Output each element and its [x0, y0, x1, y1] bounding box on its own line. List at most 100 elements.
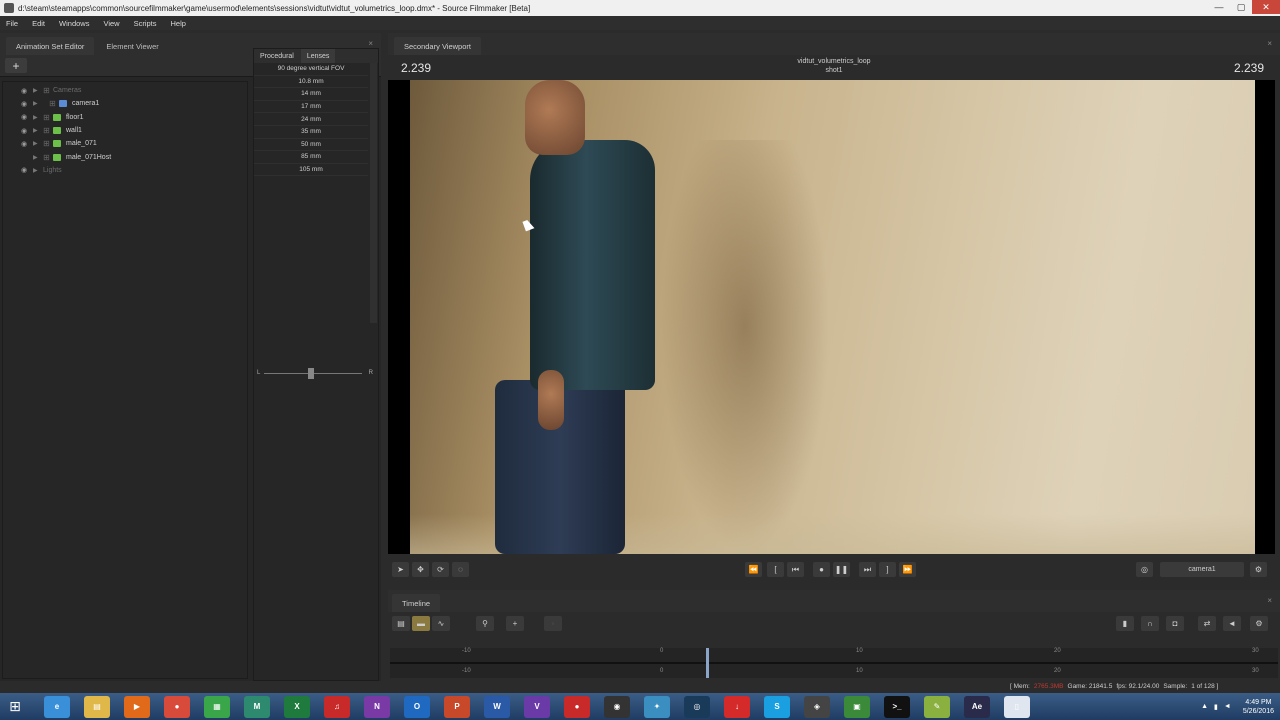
- skype-taskbar-icon[interactable]: S: [764, 695, 790, 718]
- balance-slider[interactable]: L R: [256, 367, 374, 381]
- media-taskbar-icon[interactable]: ▶: [124, 695, 150, 718]
- tree-item-cameras[interactable]: ◉ ▶ ⊞ Cameras: [3, 84, 247, 97]
- camera-select[interactable]: camera1: [1160, 562, 1244, 577]
- render-view[interactable]: [410, 80, 1255, 554]
- steam-taskbar-icon[interactable]: ◎: [684, 695, 710, 718]
- onenote-taskbar-icon[interactable]: N: [364, 695, 390, 718]
- notes-taskbar-icon[interactable]: ✎: [924, 695, 950, 718]
- close-button[interactable]: ✕: [1252, 0, 1280, 14]
- tree-item-male-071[interactable]: ◉ ▶ ⊞ male_071: [3, 137, 247, 150]
- add-animation-set-button[interactable]: +: [5, 58, 27, 73]
- volume-icon[interactable]: ◄: [1223, 616, 1241, 631]
- outlook-taskbar-icon[interactable]: O: [404, 695, 430, 718]
- plus-icon[interactable]: ⊞: [43, 126, 53, 135]
- pause-icon[interactable]: ❚❚: [833, 562, 850, 577]
- menu-edit[interactable]: Edit: [32, 19, 45, 28]
- tool-taskbar-icon[interactable]: ✦: [644, 695, 670, 718]
- rewind-icon[interactable]: ⏪: [745, 562, 762, 577]
- tab-secondary-viewport[interactable]: Secondary Viewport: [394, 37, 481, 55]
- disabled-icon[interactable]: ◦: [544, 616, 562, 631]
- mark-out-icon[interactable]: ]: [879, 562, 896, 577]
- photo-taskbar-icon[interactable]: ▣: [844, 695, 870, 718]
- tab-animation-set-editor[interactable]: Animation Set Editor: [6, 37, 95, 55]
- graph-editor-icon[interactable]: ∿: [432, 616, 450, 631]
- word-taskbar-icon[interactable]: W: [484, 695, 510, 718]
- lens-item[interactable]: 17 mm: [254, 101, 368, 114]
- explorer-taskbar-icon[interactable]: ▤: [84, 695, 110, 718]
- powerpoint-taskbar-icon[interactable]: P: [444, 695, 470, 718]
- clip-editor-icon[interactable]: ▤: [392, 616, 410, 631]
- lens-item[interactable]: 90 degree vertical FOV: [254, 63, 368, 76]
- gear-icon[interactable]: ⚙: [1250, 616, 1268, 631]
- start-button[interactable]: ⊞: [0, 693, 30, 720]
- prev-frame-icon[interactable]: ⏮: [787, 562, 804, 577]
- eye-icon[interactable]: ◉: [21, 140, 31, 148]
- menu-windows[interactable]: Windows: [59, 19, 89, 28]
- motion-editor-icon[interactable]: ▬: [412, 616, 430, 631]
- lens-item[interactable]: 14 mm: [254, 88, 368, 101]
- spreadsheet-taskbar-icon[interactable]: ▦: [204, 695, 230, 718]
- lens-item[interactable]: 50 mm: [254, 139, 368, 152]
- cmd-taskbar-icon[interactable]: >_: [884, 695, 910, 718]
- expand-arrow-icon[interactable]: ▶: [33, 127, 43, 134]
- maya-taskbar-icon[interactable]: M: [244, 695, 270, 718]
- tree-item-camera1[interactable]: ◉ ▶ ⊞ camera1: [3, 97, 247, 110]
- chrome-taskbar-icon[interactable]: ●: [164, 695, 190, 718]
- lens-item[interactable]: 24 mm: [254, 113, 368, 126]
- record-icon[interactable]: ●: [813, 562, 830, 577]
- tab-lenses[interactable]: Lenses: [300, 49, 336, 63]
- volume-icon[interactable]: ◄: [1224, 703, 1231, 710]
- add-icon[interactable]: +: [506, 616, 524, 631]
- plus-icon[interactable]: ⊞: [43, 139, 53, 148]
- maximize-button[interactable]: ▢: [1230, 0, 1252, 14]
- camera-settings-icon[interactable]: ◎: [1136, 562, 1153, 577]
- tree-item-wall1[interactable]: ◉ ▶ ⊞ wall1: [3, 124, 247, 137]
- loop-icon[interactable]: ⇄: [1198, 616, 1216, 631]
- plus-icon[interactable]: ⊞: [43, 113, 53, 122]
- gear-icon[interactable]: ⚙: [1250, 562, 1267, 577]
- orbit-tool-icon[interactable]: ◌: [452, 562, 469, 577]
- network-icon[interactable]: ▮: [1214, 703, 1218, 711]
- plus-icon[interactable]: ⊞: [43, 86, 53, 95]
- ie-taskbar-icon[interactable]: e: [44, 695, 70, 718]
- lens-item[interactable]: 85 mm: [254, 151, 368, 164]
- expand-arrow-icon[interactable]: ▶: [33, 87, 43, 94]
- minimize-button[interactable]: —: [1208, 0, 1230, 14]
- move-tool-icon[interactable]: ✥: [412, 562, 429, 577]
- game-taskbar-icon[interactable]: ◈: [804, 695, 830, 718]
- menu-help[interactable]: Help: [171, 19, 186, 28]
- add-keyframe-icon[interactable]: ⚲: [476, 616, 494, 631]
- mark-in-icon[interactable]: [: [767, 562, 784, 577]
- lens-item[interactable]: 10.8 mm: [254, 76, 368, 89]
- download-taskbar-icon[interactable]: ↓: [724, 695, 750, 718]
- eye-icon[interactable]: ◉: [21, 166, 31, 174]
- eye-icon[interactable]: ◉: [21, 87, 31, 95]
- expand-arrow-icon[interactable]: ▶: [33, 114, 43, 121]
- plus-icon[interactable]: ⊞: [49, 99, 59, 108]
- eye-icon[interactable]: ◉: [21, 113, 31, 121]
- magnet-icon[interactable]: ∩: [1141, 616, 1159, 631]
- tree-item-lights[interactable]: ◉ ▶ Lights: [3, 164, 247, 177]
- expand-arrow-icon[interactable]: ▶: [33, 140, 43, 147]
- menu-view[interactable]: View: [103, 19, 119, 28]
- menu-file[interactable]: File: [6, 19, 18, 28]
- excel-taskbar-icon[interactable]: X: [284, 695, 310, 718]
- tray-arrow-icon[interactable]: ▲: [1201, 703, 1208, 710]
- eye-icon[interactable]: ◉: [21, 100, 31, 108]
- lens-item[interactable]: 35 mm: [254, 126, 368, 139]
- lens-scrollbar[interactable]: [370, 63, 377, 323]
- slider-knob[interactable]: [308, 368, 314, 379]
- file-taskbar-icon[interactable]: ▯: [1004, 695, 1030, 718]
- expand-arrow-icon[interactable]: ▶: [33, 100, 43, 107]
- menu-scripts[interactable]: Scripts: [134, 19, 157, 28]
- lens-item[interactable]: 105 mm: [254, 164, 368, 177]
- tab-procedural[interactable]: Procedural: [254, 49, 300, 63]
- steam-alt-taskbar-icon[interactable]: ◉: [604, 695, 630, 718]
- expand-arrow-icon[interactable]: ▶: [33, 167, 43, 174]
- panel-close-icon[interactable]: ×: [1267, 39, 1272, 48]
- tree-item-male-071host[interactable]: ◉ ▶ ⊞ male_071Host: [3, 150, 247, 163]
- timeline-ruler[interactable]: -10 0 10 20 30 -10 0 10 20 30: [390, 648, 1278, 678]
- tree-item-floor1[interactable]: ◉ ▶ ⊞ floor1: [3, 111, 247, 124]
- playhead[interactable]: [706, 648, 709, 678]
- panel-close-icon[interactable]: ×: [368, 39, 373, 48]
